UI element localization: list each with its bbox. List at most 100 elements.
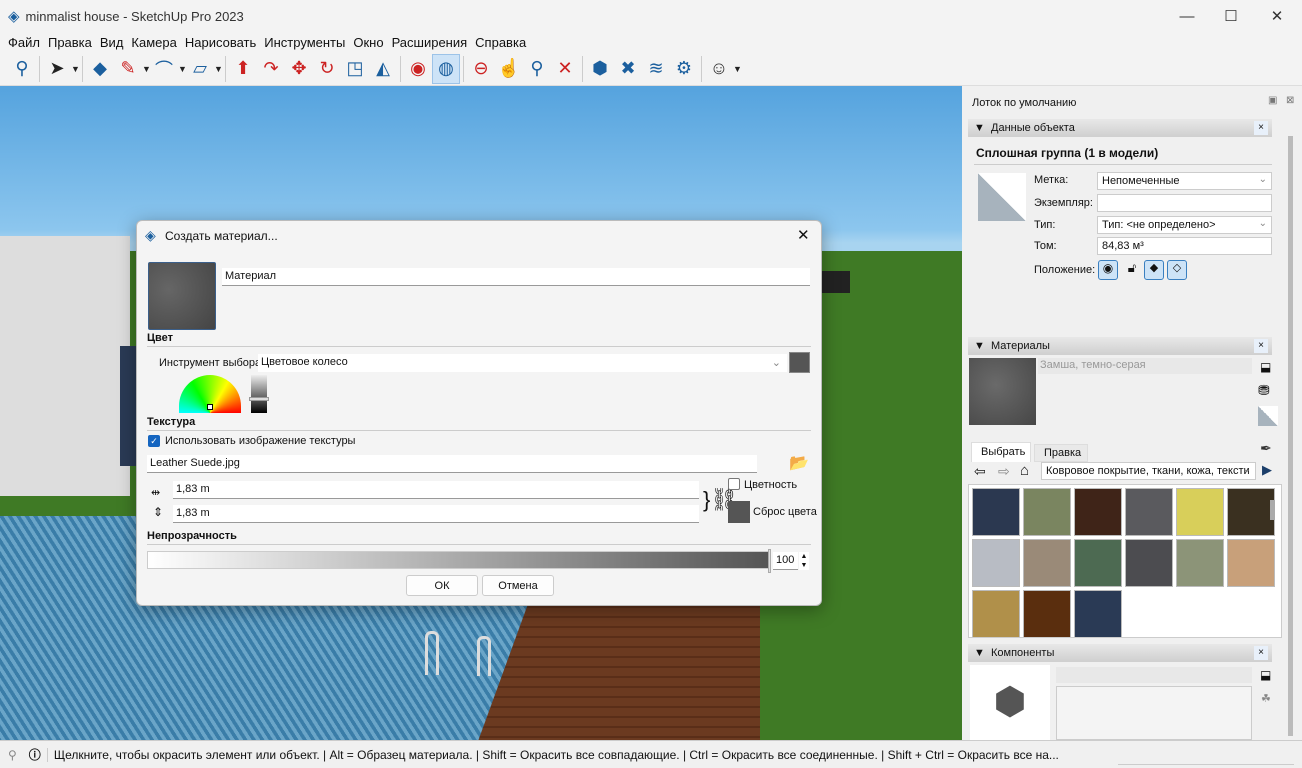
pencil-icon[interactable]: ✎ [114,54,142,84]
material-name-input[interactable]: Материал [222,268,810,286]
component-name-field[interactable] [1056,667,1252,683]
swatch-scrollbar[interactable] [1270,500,1275,520]
receive-shadows-icon[interactable]: ◆ [1144,260,1164,280]
cancel-button[interactable]: Отмена [482,575,554,596]
material-swatch[interactable] [1074,488,1122,536]
tab-edit[interactable]: Правка [1034,444,1088,462]
material-swatch[interactable] [972,539,1020,587]
material-swatch[interactable] [1125,488,1173,536]
use-texture-checkbox[interactable]: ✓ [148,435,160,447]
menu-help[interactable]: Справка [475,35,526,50]
minimize-button[interactable]: — [1164,0,1210,32]
menu-window[interactable]: Окно [353,35,383,50]
component-description-field[interactable] [1056,686,1252,740]
material-swatch[interactable] [1023,539,1071,587]
extension-icon[interactable]: ✖ [614,54,642,84]
materials-header[interactable]: ▼ Материалы × [968,337,1272,355]
menu-draw[interactable]: Нарисовать [185,35,256,50]
rotate-icon[interactable]: ↻ [313,54,341,84]
details-arrow-icon[interactable]: ▶ [1262,462,1272,478]
material-swatch[interactable] [1176,539,1224,587]
material-library-select[interactable]: Ковровое покрытие, ткани, кожа, тексти ⌄ [1041,462,1256,480]
reset-color-label[interactable]: Сброс цвета [753,506,817,518]
material-name-field[interactable]: Замша, темно-серая [1038,358,1252,374]
tab-select[interactable]: Выбрать [971,442,1031,462]
texture-file-input[interactable]: Leather Suede.jpg [147,455,757,473]
display-secondary-icon[interactable]: ⬓ [1260,360,1271,374]
materials-close[interactable]: × [1254,339,1268,353]
ok-button[interactable]: ОК [406,575,478,596]
tape-icon[interactable]: ◉ [404,54,432,84]
tray-close-icon[interactable]: ⊠ [1286,95,1294,106]
follow-me-icon[interactable]: ↷ [257,54,285,84]
material-swatch[interactable] [1023,590,1071,637]
create-material-icon[interactable]: ⛃ [1258,382,1270,399]
material-swatch[interactable] [1023,488,1071,536]
search-icon[interactable]: ⚲ [8,54,36,84]
texture-height-input[interactable]: 1,83 m [173,505,699,523]
account-icon[interactable]: ☺ [705,54,733,84]
menu-tools[interactable]: Инструменты [264,35,345,50]
geo-location-icon[interactable]: ⚲ [8,748,17,762]
instance-input[interactable] [1097,194,1272,212]
close-button[interactable]: ✕ [1254,0,1300,32]
select-icon[interactable]: ➤ [43,54,71,84]
material-swatch[interactable] [1227,539,1275,587]
settings-icon[interactable]: ⚙ [670,54,698,84]
forward-arrow-icon[interactable]: ⇨ [998,463,1010,480]
color-swatch[interactable] [789,352,810,373]
pan-icon[interactable]: ☝ [495,54,523,84]
opacity-stepper[interactable]: ▲ ▼ [799,552,809,570]
flip-icon[interactable]: ◭ [369,54,397,84]
info-icon[interactable]: ⓘ [29,746,41,763]
menu-file[interactable]: Файл [8,35,40,50]
layers-icon[interactable]: ≋ [642,54,670,84]
home-icon[interactable]: ⌂ [1020,462,1029,479]
arc-icon[interactable]: ⌒ [150,54,178,84]
open-folder-icon[interactable]: 📂 [789,453,809,473]
measurements-box[interactable] [1118,745,1294,765]
component-options-icon[interactable]: ☘ [1261,692,1271,705]
reset-color-swatch[interactable] [728,501,750,523]
orbit-icon[interactable]: ⊖ [467,54,495,84]
components-close[interactable]: × [1254,646,1268,660]
dialog-close-button[interactable]: ✕ [797,226,810,244]
material-swatch[interactable] [972,590,1020,637]
default-material-icon[interactable] [1258,406,1278,426]
entity-info-close[interactable]: × [1254,121,1268,135]
zoom-extents-icon[interactable]: ✕ [551,54,579,84]
material-swatch[interactable] [1176,488,1224,536]
cast-shadows-icon[interactable]: ◇ [1167,260,1187,280]
lock-toggle-icon[interactable]: 🔓︎ [1122,260,1142,280]
visible-toggle-eye-icon[interactable]: ◉ [1098,260,1118,280]
menu-view[interactable]: Вид [100,35,124,50]
tray-scrollbar[interactable] [1288,136,1293,736]
paint-bucket-icon[interactable]: ◍ [432,53,460,84]
opacity-input[interactable]: 100 [773,552,798,570]
material-swatch[interactable] [972,488,1020,536]
menu-edit[interactable]: Правка [48,35,92,50]
display-secondary-icon[interactable]: ⬓ [1260,668,1271,682]
eraser-icon[interactable]: ◆ [86,54,114,84]
brightness-slider[interactable] [249,375,269,413]
warehouse-icon[interactable]: ⬢ [586,54,614,84]
push-pull-icon[interactable]: ⬆ [229,54,257,84]
maximize-button[interactable]: ☐ [1208,0,1254,32]
zoom-icon[interactable]: ⚲ [523,54,551,84]
material-swatch[interactable] [1227,488,1275,536]
menu-camera[interactable]: Камера [131,35,176,50]
components-header[interactable]: ▼ Компоненты × [968,644,1272,662]
texture-width-input[interactable]: 1,83 m [173,481,699,499]
material-swatch[interactable] [1125,539,1173,587]
tag-select[interactable]: Непомеченные ⌄ [1097,172,1272,190]
opacity-slider[interactable] [147,549,771,573]
back-arrow-icon[interactable]: ⇦ [974,463,986,480]
material-swatch[interactable] [1074,590,1122,637]
move-icon[interactable]: ✥ [285,54,313,84]
type-select[interactable]: Тип: <не определено> ⌄ [1097,216,1272,234]
entity-info-header[interactable]: ▼ Данные объекта × [968,119,1272,137]
eyedropper-icon[interactable]: ✒ [1260,440,1272,457]
material-swatch[interactable] [1074,539,1122,587]
colorize-checkbox[interactable] [728,478,740,490]
scale-icon[interactable]: ◳ [341,54,369,84]
